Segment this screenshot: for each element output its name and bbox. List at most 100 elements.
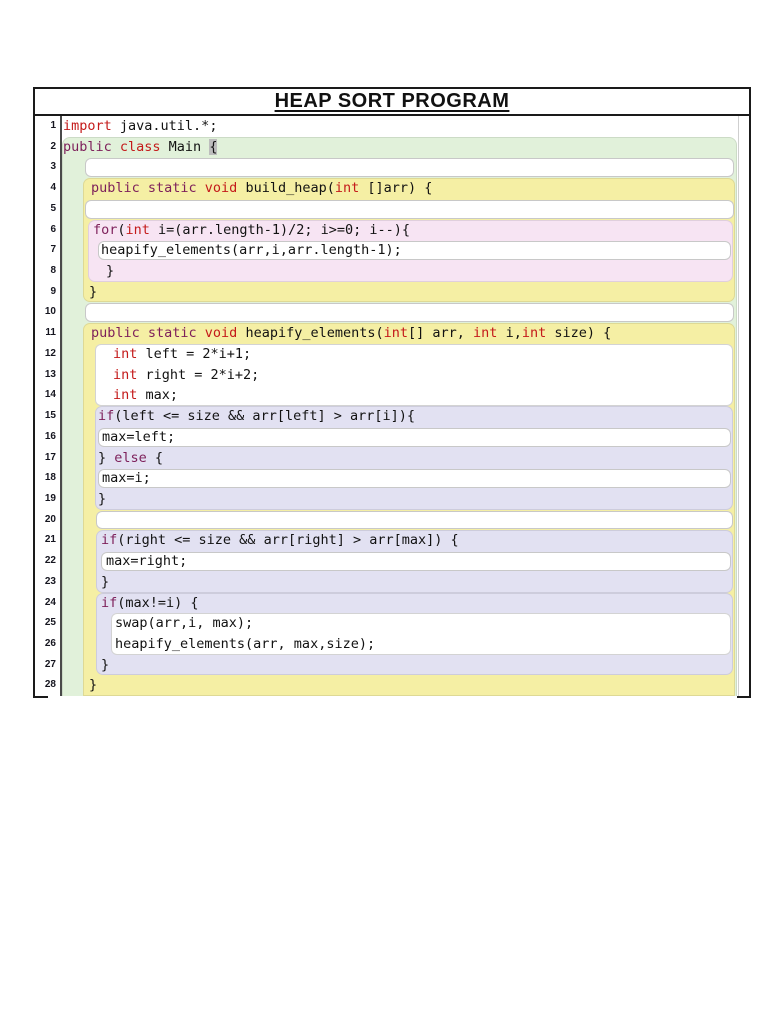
page-title: HEAP SORT PROGRAM [274, 90, 510, 112]
keyword-statement: else [114, 449, 147, 466]
build-heap-tail: } [83, 282, 735, 303]
code-line-21: if(right <= size && arr[right] > arr[max… [96, 530, 733, 551]
code-text: } [101, 656, 110, 673]
code-text: (right <= size && arr[right] > arr[max])… [117, 532, 459, 549]
statement-box [85, 303, 734, 323]
for-loop-body: for(int i=(arr.length-1)/2; i>=0; i--){h… [88, 220, 733, 282]
keyword-type: int [521, 325, 547, 342]
line-number: 20 [44, 513, 56, 525]
line-number: 8 [50, 265, 56, 277]
method-scope-heapify-elements: public static void heapify_elements(int[… [83, 323, 735, 696]
line-number: 22 [44, 555, 56, 567]
code-line-8: } [88, 261, 733, 282]
class-scope-middle [62, 302, 737, 323]
statement-box: max=i; [98, 469, 731, 488]
keyword-statement: if [101, 594, 118, 611]
code-editor: 1 2 3 4 5 6 7 8 9 10 11 12 13 14 15 16 17 18 19 20 21 22 23 24 2… [35, 116, 749, 696]
statement-box [85, 158, 734, 178]
line-number: 17 [44, 451, 56, 463]
keyword-statement: for [93, 221, 118, 238]
line-number: 10 [44, 306, 56, 318]
code-text: } [106, 263, 115, 280]
statement-box: max=left; [98, 427, 731, 447]
code-text: heapify_elements(arr,i,arr.length-1); [101, 242, 402, 259]
line-number: 6 [50, 223, 56, 235]
line-number: 19 [44, 492, 56, 504]
line-number: 16 [44, 430, 56, 442]
code-line-18: max=i; [95, 468, 733, 489]
line-number: 4 [50, 182, 56, 194]
if-max-head: if(max!=i) { [96, 593, 733, 614]
code-text: i=(arr.length-1)/2; i>=0; i--){ [149, 221, 411, 238]
keyword-type: int [334, 180, 360, 197]
keyword-statement: public [63, 138, 120, 155]
code-area: import java.util.*; public class Main { … [62, 116, 749, 696]
code-text: size) { [546, 325, 612, 342]
code-line-20 [83, 510, 735, 531]
code-text: max=left; [102, 428, 176, 445]
line-number: 15 [44, 410, 56, 422]
code-text: i, [497, 325, 522, 342]
code-text: } [101, 573, 110, 590]
line-number: 23 [44, 575, 56, 587]
keyword-statement: if [101, 532, 118, 549]
code-line-25: swap(arr,i, max); [111, 613, 731, 634]
if-scope-max: if(max!=i) { swap(arr,i, max); heapify_el… [96, 592, 733, 676]
keyword-type: int [113, 345, 138, 362]
statement-box [85, 199, 734, 219]
keyword-type: int [383, 325, 409, 342]
code-text: } [98, 490, 107, 507]
code-line-19: } [95, 489, 733, 510]
code-line-7: heapify_elements(arr,i,arr.length-1); [88, 240, 733, 261]
code-line-12: int left = 2*i+1; [95, 344, 733, 365]
line-number: 3 [50, 161, 56, 173]
code-text: } [98, 449, 115, 466]
if-else-scope-left: if(left <= size && arr[left] > arr[i]){m… [95, 406, 733, 510]
code-text: Main [160, 138, 210, 155]
code-line-11: public static void heapify_elements(int[… [83, 323, 735, 344]
line-number: 14 [44, 389, 56, 401]
line-number: 1 [50, 120, 56, 131]
code-text: (max!=i) { [117, 594, 199, 611]
title-bar: HEAP SORT PROGRAM [35, 89, 749, 116]
code-text: max=i; [102, 470, 151, 487]
if-max-tail: } [96, 655, 733, 676]
code-toplevel: import java.util.*; [62, 116, 749, 137]
statement-box: max=right; [101, 552, 731, 571]
code-text: left = 2*i+1; [137, 345, 252, 362]
code-line-27: } [96, 655, 733, 676]
line-number: 7 [50, 244, 56, 256]
for-loop-scope: for(int i=(arr.length-1)/2; i>=0; i--){h… [88, 219, 733, 282]
code-text: ( [117, 221, 126, 238]
declarations-box: int left = 2*i+1; int right = 2*i+2; int m… [95, 343, 733, 407]
code-text: } [89, 677, 98, 694]
code-text: max; [137, 387, 179, 404]
code-text: heapify_elements(arr, max,size); [115, 635, 376, 652]
line-number: 9 [50, 285, 56, 297]
code-line-15: if(left <= size && arr[left] > arr[i]){ [95, 406, 733, 427]
keyword-statement: if [98, 408, 115, 425]
line-number: 27 [44, 658, 56, 670]
keyword-type: import [63, 118, 112, 134]
code-line-2: public class Main { [62, 137, 737, 158]
code-line-16: max=left; [95, 427, 733, 448]
if-scope-right: if(right <= size && arr[right] > arr[max… [96, 530, 733, 593]
keyword-type: int [113, 387, 138, 404]
bracket-highlight: { [209, 138, 218, 155]
code-line-23: } [96, 572, 733, 593]
keyword-type: int [473, 325, 498, 342]
statement-box: heapify_elements(arr,i,arr.length-1); [98, 241, 731, 261]
code-line-9: } [83, 282, 735, 303]
if-else-left-body: if(left <= size && arr[left] > arr[i]){m… [95, 406, 733, 510]
line-number: 11 [45, 327, 56, 339]
code-line-22: max=right; [96, 551, 733, 572]
code-text: swap(arr,i, max); [115, 615, 254, 632]
code-line-13: int right = 2*i+2; [95, 365, 733, 386]
code-text: right = 2*i+2; [137, 366, 260, 383]
keyword-type: int [113, 366, 138, 383]
code-line-6: for(int i=(arr.length-1)/2; i>=0; i--){ [88, 220, 733, 241]
code-line-17: } else { [95, 448, 733, 469]
code-text: (left <= size && arr[left] > arr[i]){ [114, 408, 415, 425]
heapify-tail: } [83, 675, 735, 696]
line-number: 24 [44, 596, 56, 608]
